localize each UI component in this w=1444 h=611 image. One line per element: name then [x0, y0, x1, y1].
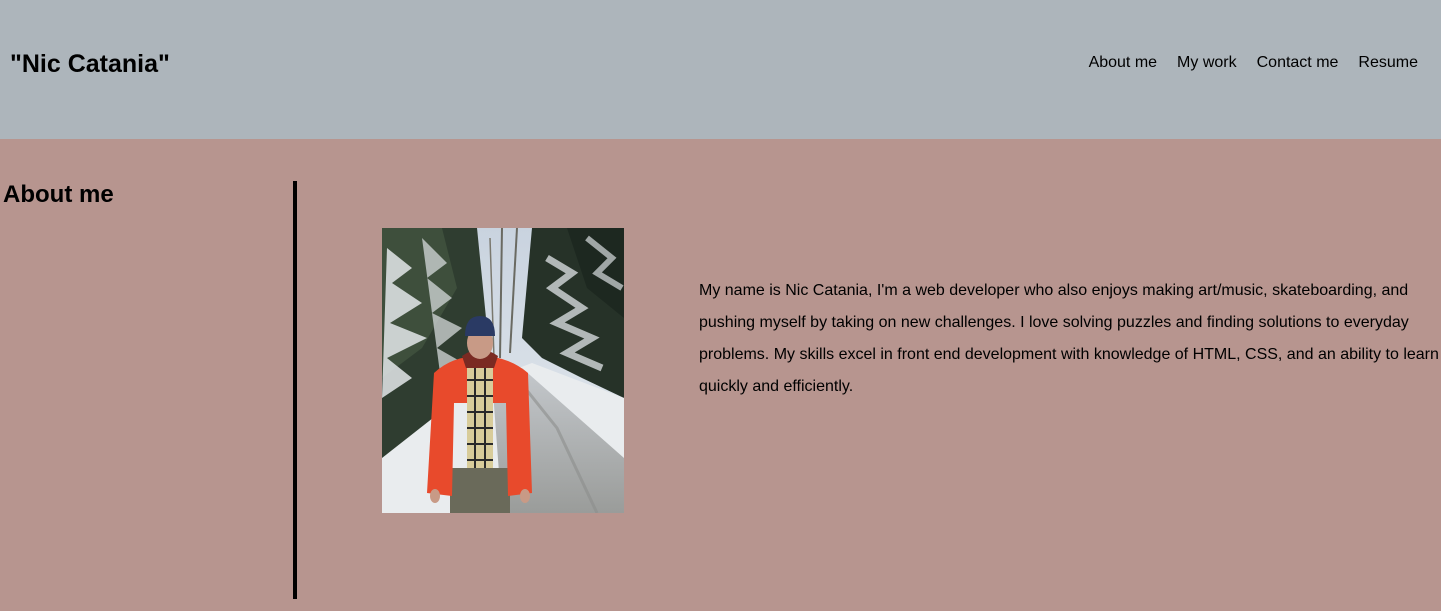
section-heading: About me	[3, 181, 114, 208]
main-nav: About me My work Contact me Resume	[1089, 52, 1418, 74]
about-section: About me My name is Nic Catania, I'm a w…	[0, 139, 1441, 611]
nav-link-about[interactable]: About me	[1089, 52, 1157, 74]
profile-photo	[382, 228, 624, 513]
site-header: "Nic Catania" About me My work Contact m…	[0, 0, 1441, 139]
nav-link-contact[interactable]: Contact me	[1257, 52, 1339, 74]
bio-text: My name is Nic Catania, I'm a web develo…	[699, 282, 1439, 395]
vertical-divider	[293, 181, 297, 599]
nav-link-work[interactable]: My work	[1177, 52, 1237, 74]
site-title: "Nic Catania"	[10, 50, 170, 78]
nav-link-resume[interactable]: Resume	[1358, 52, 1418, 74]
